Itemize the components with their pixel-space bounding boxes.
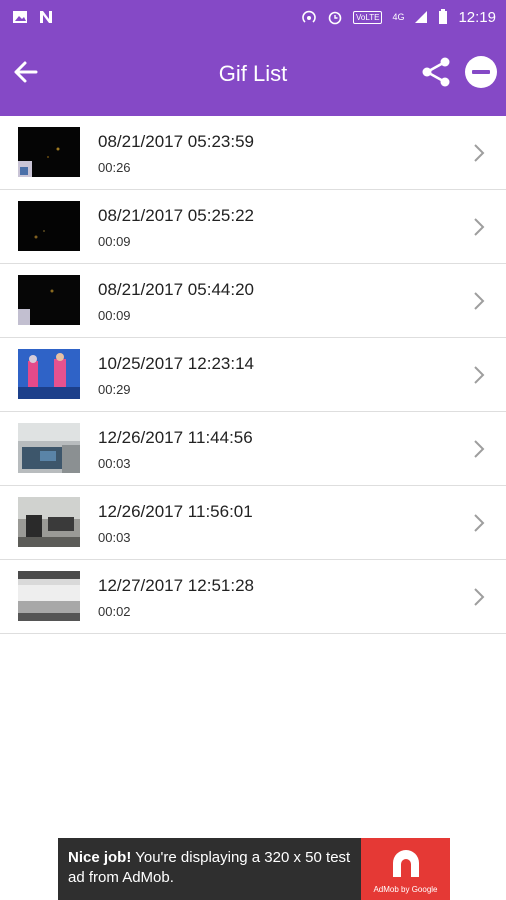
status-bar: VoLTE 4G 12:19	[0, 0, 506, 34]
gif-list-item[interactable]: 10/25/2017 12:23:14 00:29	[0, 338, 506, 412]
battery-icon	[439, 9, 448, 24]
hotspot-icon	[302, 10, 316, 23]
gif-duration: 00:02	[98, 604, 131, 619]
chevron-right-icon	[474, 514, 485, 532]
gif-list: 08/21/2017 05:23:59 00:26 08/21/2017 05:…	[0, 116, 506, 634]
gif-date: 08/21/2017 05:23:59	[98, 132, 254, 151]
gif-duration: 00:29	[98, 382, 131, 397]
gif-thumbnail	[18, 127, 80, 177]
admob-icon	[393, 850, 419, 877]
chevron-right-icon	[474, 440, 485, 458]
gif-duration: 00:03	[98, 456, 131, 471]
admob-logo: AdMob by Google	[361, 838, 450, 900]
ad-banner[interactable]: Nice job! You're displaying a 320 x 50 t…	[58, 838, 450, 900]
gif-date: 12/26/2017 11:44:56	[98, 428, 253, 447]
network-type: 4G	[392, 12, 405, 22]
ad-text: Nice job! You're displaying a 320 x 50 t…	[68, 848, 358, 888]
gif-duration: 00:26	[98, 160, 131, 175]
gif-list-item[interactable]: 08/21/2017 05:44:20 00:09	[0, 264, 506, 338]
gif-thumbnail	[18, 571, 80, 621]
gif-thumbnail	[18, 423, 80, 473]
gif-date: 10/25/2017 12:23:14	[98, 354, 254, 373]
gif-list-item[interactable]: 08/21/2017 05:25:22 00:09	[0, 190, 506, 264]
status-time: 12:19	[458, 8, 496, 26]
n-notification-icon	[40, 11, 52, 23]
alarm-icon	[328, 11, 342, 25]
chevron-right-icon	[474, 366, 485, 384]
gif-list-item[interactable]: 12/26/2017 11:44:56 00:03	[0, 412, 506, 486]
gif-list-item[interactable]: 12/27/2017 12:51:28 00:02	[0, 560, 506, 634]
image-notification-icon	[13, 11, 27, 23]
chevron-right-icon	[474, 292, 485, 310]
share-icon[interactable]	[418, 54, 454, 90]
gif-list-item[interactable]: 12/26/2017 11:56:01 00:03	[0, 486, 506, 560]
gif-thumbnail	[18, 349, 80, 399]
chevron-right-icon	[474, 588, 485, 606]
volte-badge: VoLTE	[353, 10, 383, 24]
gif-date: 12/26/2017 11:56:01	[98, 502, 253, 521]
gif-duration: 00:03	[98, 530, 131, 545]
chevron-right-icon	[474, 144, 485, 162]
admob-brand-text: AdMob by Google	[373, 885, 438, 894]
remove-icon[interactable]	[465, 56, 497, 88]
gif-date: 12/27/2017 12:51:28	[98, 576, 254, 595]
ad-headline: Nice job!	[68, 849, 132, 866]
gif-duration: 00:09	[98, 308, 131, 323]
gif-thumbnail	[18, 201, 80, 251]
signal-icon	[415, 11, 428, 23]
gif-thumbnail	[18, 275, 80, 325]
gif-duration: 00:09	[98, 234, 131, 249]
gif-list-item[interactable]: 08/21/2017 05:23:59 00:26	[0, 116, 506, 190]
app-bar: VoLTE 4G 12:19 Gif List	[0, 0, 506, 116]
gif-date: 08/21/2017 05:25:22	[98, 206, 254, 225]
chevron-right-icon	[474, 218, 485, 236]
gif-date: 08/21/2017 05:44:20	[98, 280, 254, 299]
toolbar: Gif List	[0, 34, 506, 116]
gif-thumbnail	[18, 497, 80, 547]
